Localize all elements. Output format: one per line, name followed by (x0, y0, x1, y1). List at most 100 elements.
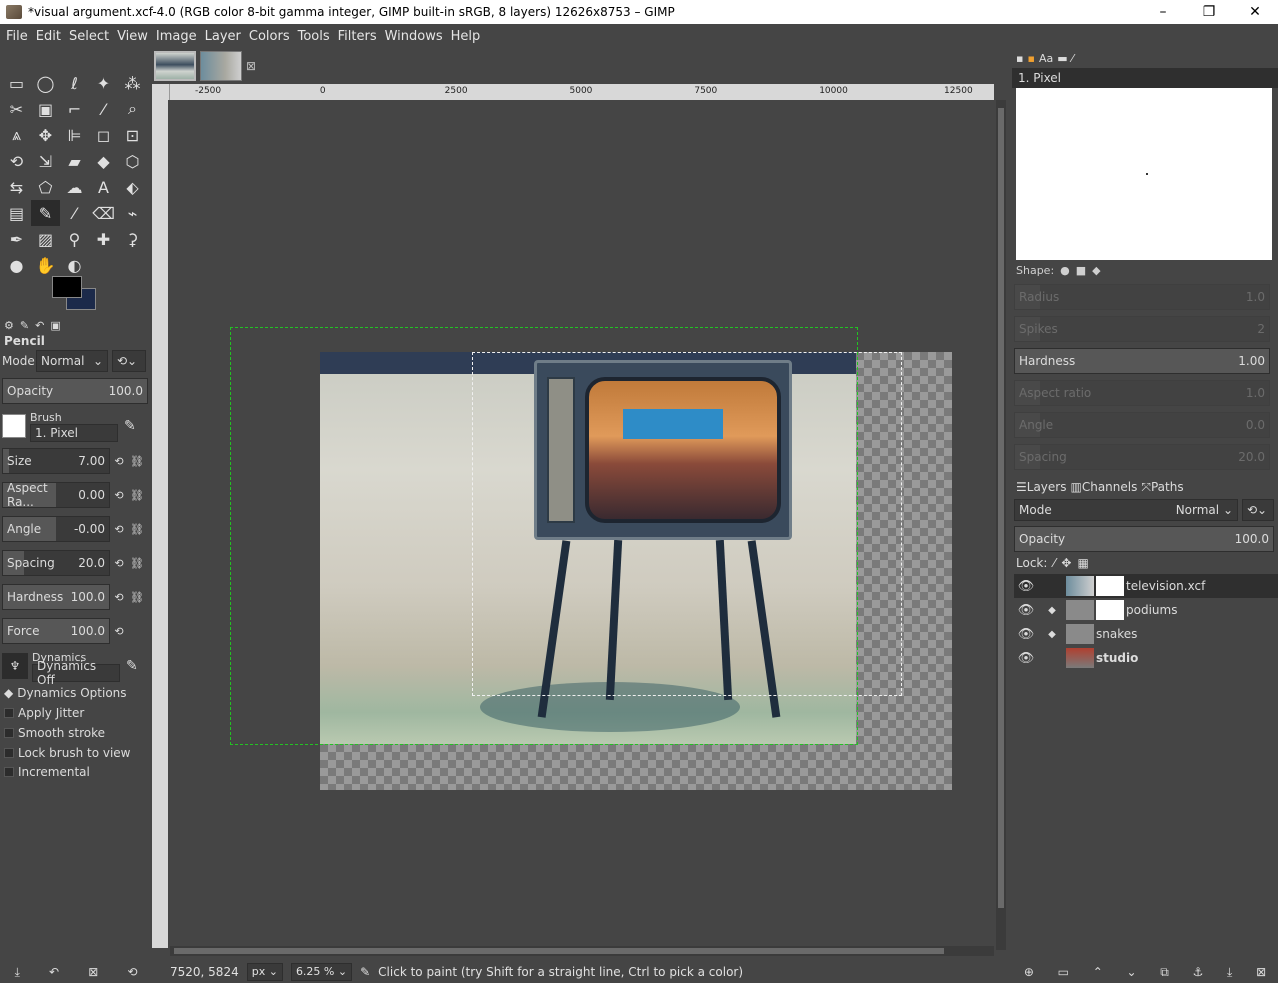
restore-button[interactable]: ❐ (1186, 0, 1232, 24)
horizontal-ruler[interactable]: -2500 0 2500 5000 7500 10000 12500 (170, 84, 994, 100)
lock-alpha-icon[interactable]: ▦ (1077, 556, 1088, 570)
apply-jitter-checkbox[interactable]: Apply Jitter (4, 706, 84, 720)
menu-windows[interactable]: Windows (381, 29, 447, 44)
reset-icon[interactable]: ⟲ (110, 450, 128, 472)
link-icon[interactable]: ⛓ (128, 552, 146, 574)
shape-diamond-icon[interactable]: ◆ (1092, 264, 1100, 277)
color-picker-icon[interactable]: ⁄ (89, 96, 118, 122)
lock-brush-checkbox[interactable]: Lock brush to view (4, 746, 131, 760)
merge-layer-icon[interactable]: ⤓ (1227, 965, 1232, 980)
link-icon[interactable]: ⛓ (128, 586, 146, 608)
delete-options-icon[interactable]: ⊠ (88, 965, 98, 979)
reset-icon[interactable]: ⟲ (110, 552, 128, 574)
layer-expander-icon[interactable]: ◆ (1038, 605, 1066, 616)
layer-mode-reset-button[interactable]: ⟲⌄ (1242, 499, 1274, 521)
scale-icon[interactable]: ⇲ (31, 148, 60, 174)
menu-select[interactable]: Select (65, 29, 113, 44)
anchor-layer-icon[interactable]: ⚓ (1193, 965, 1204, 979)
spacing-slider[interactable]: Spacing 20.0 (2, 550, 110, 576)
minimize-button[interactable]: – (1140, 0, 1186, 24)
lock-pixels-icon[interactable]: ⁄ (1053, 556, 1055, 570)
close-button[interactable]: ✕ (1232, 0, 1278, 24)
handle-transform-icon[interactable]: ☁ (60, 174, 89, 200)
new-layer-icon[interactable]: ⊕ (1024, 965, 1034, 979)
move-icon[interactable]: ✥ (31, 122, 60, 148)
tool-options-tab-icon[interactable]: ⚙ (4, 319, 14, 332)
dynamics-icon[interactable]: ♆ (2, 653, 28, 679)
ink-icon[interactable]: ✒ (2, 226, 31, 252)
rect-select-icon[interactable]: ▭ (2, 70, 31, 96)
brush-editor-slider[interactable]: Spikes 2 (1014, 316, 1270, 342)
zoom-icon[interactable]: ⌕ (118, 96, 147, 122)
patterns-tab-icon[interactable]: ▪ (1027, 52, 1034, 65)
menu-filters[interactable]: Filters (334, 29, 381, 44)
layer-row[interactable]: 👁 ◆ snakes (1014, 622, 1278, 646)
flip-icon[interactable]: ◆ (89, 148, 118, 174)
text-icon[interactable]: A (89, 174, 118, 200)
menu-layer[interactable]: Layer (201, 29, 245, 44)
brush-name-field[interactable]: 1. Pixel (30, 423, 118, 442)
shape-circle-icon[interactable]: ● (1060, 264, 1070, 277)
raise-layer-icon[interactable]: ⌃ (1093, 965, 1103, 979)
dynamics-field[interactable]: Dynamics Off (32, 659, 120, 687)
menu-help[interactable]: Help (447, 29, 485, 44)
device-status-tab-icon[interactable]: ✎ (20, 319, 29, 332)
menu-image[interactable]: Image (152, 29, 201, 44)
fonts-tab-icon[interactable]: Aa (1039, 52, 1053, 65)
edit-dynamics-icon[interactable]: ✎ (126, 658, 138, 674)
channels-tab[interactable]: ▥Channels (1070, 480, 1137, 494)
eye-icon[interactable]: 👁 (1014, 579, 1038, 594)
color-swatches[interactable] (52, 276, 98, 312)
dodge-icon[interactable]: ◐ (60, 252, 89, 278)
mode-select[interactable]: Normal ⌄ (36, 350, 108, 372)
brush-editor-slider[interactable]: Radius 1.0 (1014, 284, 1270, 310)
crop-box-icon[interactable]: ◻ (89, 122, 118, 148)
brush-preview-button[interactable] (2, 414, 26, 438)
undo-history-tab-icon[interactable]: ↶ (35, 319, 44, 332)
unified-transform-icon[interactable]: ⊡ (118, 122, 147, 148)
smudge-icon[interactable]: ✋ (31, 252, 60, 278)
lock-position-icon[interactable]: ✥ (1061, 556, 1071, 570)
blur-icon[interactable]: ● (2, 252, 31, 278)
bucket-fill-icon[interactable]: ⬖ (118, 174, 147, 200)
link-icon[interactable]: ⛓ (128, 484, 146, 506)
brush-editor-tab-icon[interactable]: ⁄ (1072, 52, 1074, 65)
reset-icon[interactable]: ⟲ (110, 518, 128, 540)
eraser-icon[interactable]: ⌫ (89, 200, 118, 226)
dynamics-options-expander[interactable]: ◆ Dynamics Options (4, 686, 127, 700)
opacity-slider[interactable]: Opacity 100.0 (2, 378, 148, 404)
airbrush-icon[interactable]: ⌁ (118, 200, 147, 226)
ellipse-select-icon[interactable]: ◯ (31, 70, 60, 96)
foreground-select-icon[interactable]: ▣ (31, 96, 60, 122)
layer-expander-icon[interactable]: ◆ (1038, 629, 1066, 640)
images-tab-icon[interactable]: ▣ (50, 319, 60, 332)
brushes-tab-icon[interactable]: ▪ (1016, 52, 1023, 65)
menu-tools[interactable]: Tools (294, 29, 334, 44)
new-group-icon[interactable]: ▭ (1058, 965, 1069, 979)
scroll-thumb[interactable] (174, 948, 944, 954)
scissors-icon[interactable]: ✂ (2, 96, 31, 122)
paintbrush-icon[interactable]: ⁄ (60, 200, 89, 226)
quick-mask-toggle[interactable] (152, 84, 170, 100)
aspect-slider[interactable]: Aspect Ra... 0.00 (2, 481, 110, 509)
save-options-icon[interactable]: ⤓ (15, 965, 20, 980)
delete-layer-icon[interactable]: ⊠ (1256, 965, 1266, 979)
angle-slider[interactable]: Angle -0.00 (2, 516, 110, 542)
layer-row[interactable]: 👁 television.xcf (1014, 574, 1278, 598)
gradient-icon[interactable]: ▤ (2, 200, 31, 226)
reset-options-icon[interactable]: ⟲ (127, 965, 137, 979)
clone-icon[interactable]: ⚲ (60, 226, 89, 252)
eye-icon[interactable]: 👁 (1014, 603, 1038, 618)
fuzzy-select-icon[interactable]: ✦ (89, 70, 118, 96)
smooth-stroke-checkbox[interactable]: Smooth stroke (4, 726, 105, 740)
align-icon[interactable]: ⊫ (60, 122, 89, 148)
menu-file[interactable]: File (2, 29, 32, 44)
select-by-color-icon[interactable]: ⁂ (118, 70, 147, 96)
image-tab-television[interactable] (200, 51, 242, 81)
paths-tab[interactable]: ⤧Paths (1141, 480, 1183, 495)
cage-icon[interactable]: ⬠ (31, 174, 60, 200)
shear-icon[interactable]: ▰ (60, 148, 89, 174)
layer-mode-select[interactable]: Mode Normal ⌄ (1014, 499, 1238, 521)
rotate-icon[interactable]: ⟲ (2, 148, 31, 174)
reset-icon[interactable]: ⟲ (110, 620, 128, 642)
